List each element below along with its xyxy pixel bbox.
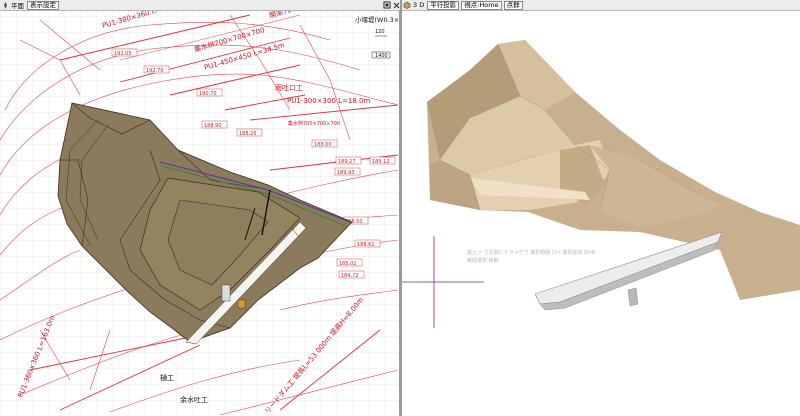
annotation-weir: 小堰堤(W0.3× <box>355 15 399 24</box>
3d-model[interactable]: 盛土ソ ワ左側にドラッグで 選択範囲 Ctrl 選択追加 Shift 範囲選択 … <box>402 11 800 416</box>
detail-dim: 1400 <box>375 53 388 59</box>
annotation-spillway: 余水吐工 <box>180 395 208 404</box>
plan-close-icon[interactable] <box>392 1 400 9</box>
elev-label: 188.90 <box>204 123 222 129</box>
elev-label: 189.93 <box>337 170 355 176</box>
3d-ghost-text: 盛土ソ ワ左側にドラッグで 選択範囲 Ctrl 選択追加 Shift 範囲選択 … <box>467 249 595 264</box>
display-settings-button[interactable]: 表示設定 <box>27 0 59 10</box>
3d-canvas[interactable]: 盛土ソ ワ左側にドラッグで 選択範囲 Ctrl 選択追加 Shift 範囲選択 … <box>402 11 800 416</box>
detail-dim-top: 120 <box>375 29 385 35</box>
plan-pin-icon[interactable] <box>1 1 9 9</box>
elev-label: 189.27 <box>338 159 356 165</box>
3d-title: 3 D <box>413 1 425 9</box>
plan-canvas[interactable]: 192.05 192.70 190.70 188.90 188.25 188.0… <box>0 0 400 416</box>
elev-label: 188.25 <box>239 131 257 137</box>
elev-label: 185.02 <box>339 261 357 267</box>
elev-label: 188.00 <box>314 142 332 148</box>
plan-toolbar: 平面 表示設定 <box>0 0 400 11</box>
plan-view-pane[interactable]: 平面 表示設定 192.05 192.70 190.70 188.90 188.… <box>0 0 400 416</box>
3d-toolbar: 3 D 平行投影 視点:Home 点群 <box>402 0 800 11</box>
elev-label: 192.70 <box>146 68 164 74</box>
3d-box-icon[interactable] <box>403 1 411 9</box>
annotation-pipe-300: PU1-300×300 L=18.0m <box>287 97 370 105</box>
point-cloud-button[interactable]: 点群 <box>503 0 523 10</box>
3d-view-pane[interactable]: 3 D 平行投影 視点:Home 点群 盛土ソ ワ左側にドラッグで 選択範囲 C… <box>402 0 800 416</box>
spillway-box <box>627 287 639 307</box>
annotation-outlet: 雨吐口工 <box>275 83 303 92</box>
elev-label: 188.61 <box>357 242 375 248</box>
annotation-flume-small: 集水桝700×700×700 <box>288 120 340 127</box>
plan-title: 平面 <box>11 2 24 10</box>
elev-label: 190.70 <box>199 91 217 97</box>
plan-drawing[interactable]: 192.05 192.70 190.70 188.90 188.25 188.0… <box>0 0 399 416</box>
elev-label: 184.72 <box>341 273 359 279</box>
parallel-projection-button[interactable]: 平行投影 <box>427 0 460 10</box>
viewpoint-home-button[interactable]: 視点:Home <box>461 0 502 10</box>
ghost-text-line-2: 範囲選択 移動 <box>467 257 499 264</box>
annotation-sluice: 樋工 <box>160 373 174 382</box>
elev-label: 189.12 <box>372 159 390 165</box>
plan-box-icon[interactable] <box>383 1 391 9</box>
ghost-text-line-1: 盛土ソ ワ左側にドラッグで 選択範囲 Ctrl 選択追加 Shift <box>467 249 595 256</box>
elev-label: 192.05 <box>114 51 132 57</box>
